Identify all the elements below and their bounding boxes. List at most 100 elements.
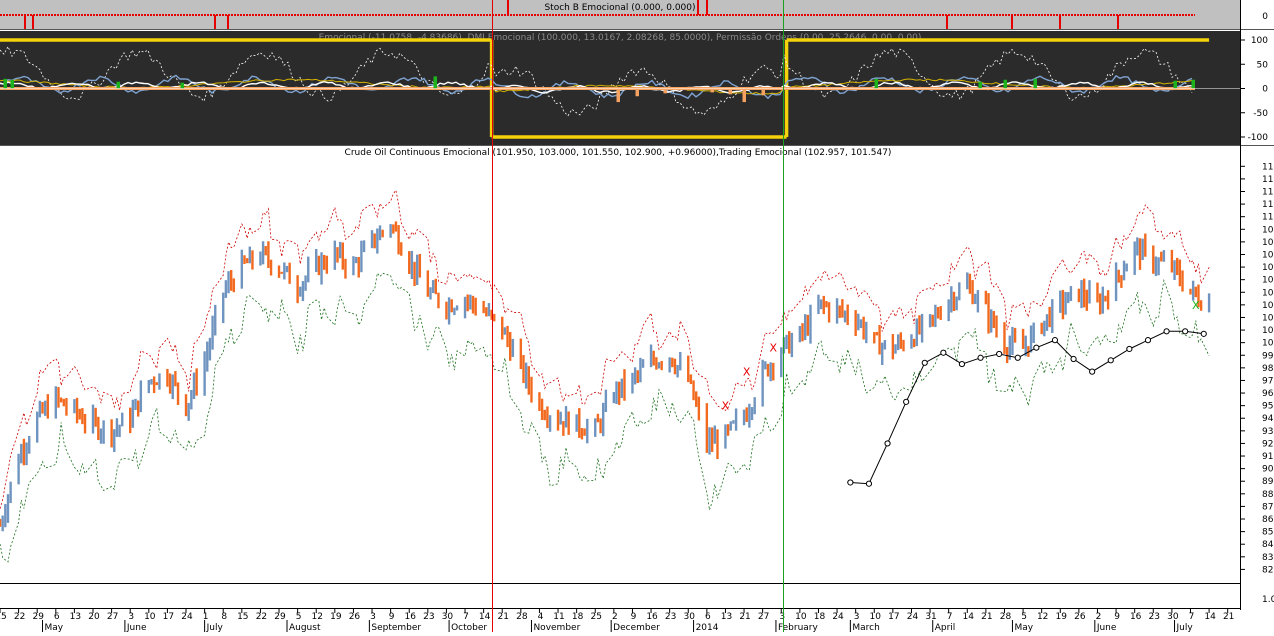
dmi-y-tick-label: 0 [1262, 85, 1268, 95]
price-y-tick-label: 100 [1262, 339, 1274, 349]
x-day-label: 7 [463, 612, 469, 622]
stoch-axis-label: 0 [1262, 12, 1268, 22]
x-month-label: November [533, 623, 580, 632]
x-day-label: 7 [1189, 612, 1195, 622]
stoch-panel-title: Stoch B Emocional (0.000, 0.000) [544, 3, 695, 13]
dmi-hist-down [635, 88, 639, 97]
dmi-hist-up [3, 78, 7, 89]
x-month-label: February [778, 623, 819, 632]
x-day-label: 26 [349, 612, 361, 622]
x-day-label: 6 [705, 612, 711, 622]
x-day-label: 30 [442, 612, 454, 622]
price-y-tick-label: 84 [1262, 540, 1274, 550]
x-day-label: 16 [646, 612, 658, 622]
x-day-label: 19 [1056, 612, 1068, 622]
x-day-label: 20 [88, 612, 100, 622]
x-day-label: 15 [0, 612, 7, 622]
x-day-label: 28 [1000, 612, 1012, 622]
trading-emocional-point [1070, 355, 1077, 363]
x-day-label: 18 [814, 612, 826, 622]
signal-marker: X [770, 342, 778, 355]
x-month-label: December [613, 623, 660, 632]
price-y-tick-label: 101 [1262, 326, 1274, 336]
dmi-hist-up [874, 78, 878, 89]
x-day-label: 3 [370, 612, 376, 622]
price-y-tick-label: 91 [1262, 452, 1273, 462]
price-y-tick-label: 108 [1262, 238, 1274, 248]
x-day-label: 2 [612, 612, 618, 622]
trading-emocional-point [1144, 337, 1152, 344]
x-day-label: 16 [405, 612, 417, 622]
price-y-tick-label: 83 [1262, 553, 1273, 563]
price-y-tick-label: 95 [1262, 402, 1273, 412]
x-day-label: 9 [1114, 612, 1120, 622]
x-day-label: 14 [963, 612, 975, 622]
x-day-label: 21 [739, 612, 750, 622]
x-day-label: 5 [1021, 612, 1027, 622]
price-y-tick-label: 113 [1262, 175, 1274, 185]
x-day-label: 22 [256, 612, 267, 622]
price-y-tick-label: 110 [1262, 213, 1274, 223]
dmi-hist-up [978, 81, 982, 89]
x-day-label: 4 [538, 612, 544, 622]
price-axis: 114 113 112 111 110 109 108 107 106 105 104 103 102 1… [1240, 162, 1274, 575]
x-day-label: 9 [631, 612, 637, 622]
x-day-label: 22 [14, 612, 25, 622]
x-month-label: 2014 [696, 623, 719, 632]
dmi-hist-down [663, 88, 667, 94]
trading-emocional-point [1033, 344, 1040, 351]
trading-chart[interactable]: Stoch B Emocional (0.000, 0.000) 0 Emoci… [0, 0, 1274, 633]
trading-emocional-point [1051, 337, 1059, 344]
price-y-tick-label: 98 [1262, 364, 1274, 374]
x-day-label: 3 [779, 612, 785, 622]
x-day-label: 13 [70, 612, 81, 622]
signal-marker: X [1192, 299, 1200, 312]
trading-emocional-point [996, 350, 1003, 358]
trading-emocional-point [1014, 354, 1021, 361]
price-y-tick-label: 88 [1262, 490, 1274, 500]
dmi-y-tick-label: -50 [1253, 109, 1268, 119]
x-day-label: 18 [572, 612, 584, 622]
price-y-tick-label: 87 [1262, 502, 1273, 512]
x-day-label: 27 [758, 612, 769, 622]
x-day-label: 15 [237, 612, 248, 622]
dmi-hist-up [433, 76, 437, 89]
price-y-tick-label: 103 [1262, 301, 1274, 311]
price-y-tick-label: 89 [1262, 477, 1274, 487]
chart-svg[interactable]: Stoch B Emocional (0.000, 0.000) 0 Emoci… [0, 0, 1274, 633]
x-month-label: August [289, 623, 321, 632]
x-day-label: 24 [181, 612, 193, 622]
x-month-label: June [1096, 623, 1117, 632]
x-day-label: 23 [665, 612, 676, 622]
x-month-label: July [206, 623, 224, 632]
price-panel-title: Crude Oil Continuous Emocional (101.950,… [345, 148, 892, 158]
price-y-tick-label: 109 [1262, 225, 1274, 235]
x-day-label: 12 [1037, 612, 1048, 622]
x-axis: 1522296132027310172418152229512192639162… [0, 609, 1234, 633]
x-day-label: 17 [888, 612, 899, 622]
x-day-label: 3 [854, 612, 860, 622]
x-month-label: June [126, 623, 147, 632]
price-y-tick-label: 96 [1262, 389, 1274, 399]
x-month-label: September [371, 623, 421, 632]
x-month-label: October [451, 623, 487, 632]
trading-emocional-point [958, 360, 966, 368]
x-day-label: 3 [128, 612, 134, 622]
price-y-tick-label: 90 [1262, 465, 1274, 475]
x-day-label: 30 [1167, 612, 1179, 622]
trading-emocional-point [903, 398, 910, 405]
stop-line-lower [0, 272, 1210, 563]
price-y-tick-label: 107 [1262, 250, 1274, 260]
trading-emocional-point [940, 349, 947, 356]
price-y-tick-label: 105 [1262, 276, 1274, 286]
x-month-label: March [852, 623, 879, 632]
x-day-label: 21 [1223, 612, 1234, 622]
x-day-label: 7 [947, 612, 953, 622]
price-y-tick-label: 112 [1262, 187, 1274, 197]
dmi-y-tick-label: -100 [1248, 133, 1269, 143]
trading-emocional-point [1200, 330, 1207, 337]
x-day-label: 21 [981, 612, 992, 622]
price-y-tick-label: 85 [1262, 528, 1273, 538]
x-day-label: 23 [423, 612, 434, 622]
trading-emocional-point [977, 354, 984, 361]
